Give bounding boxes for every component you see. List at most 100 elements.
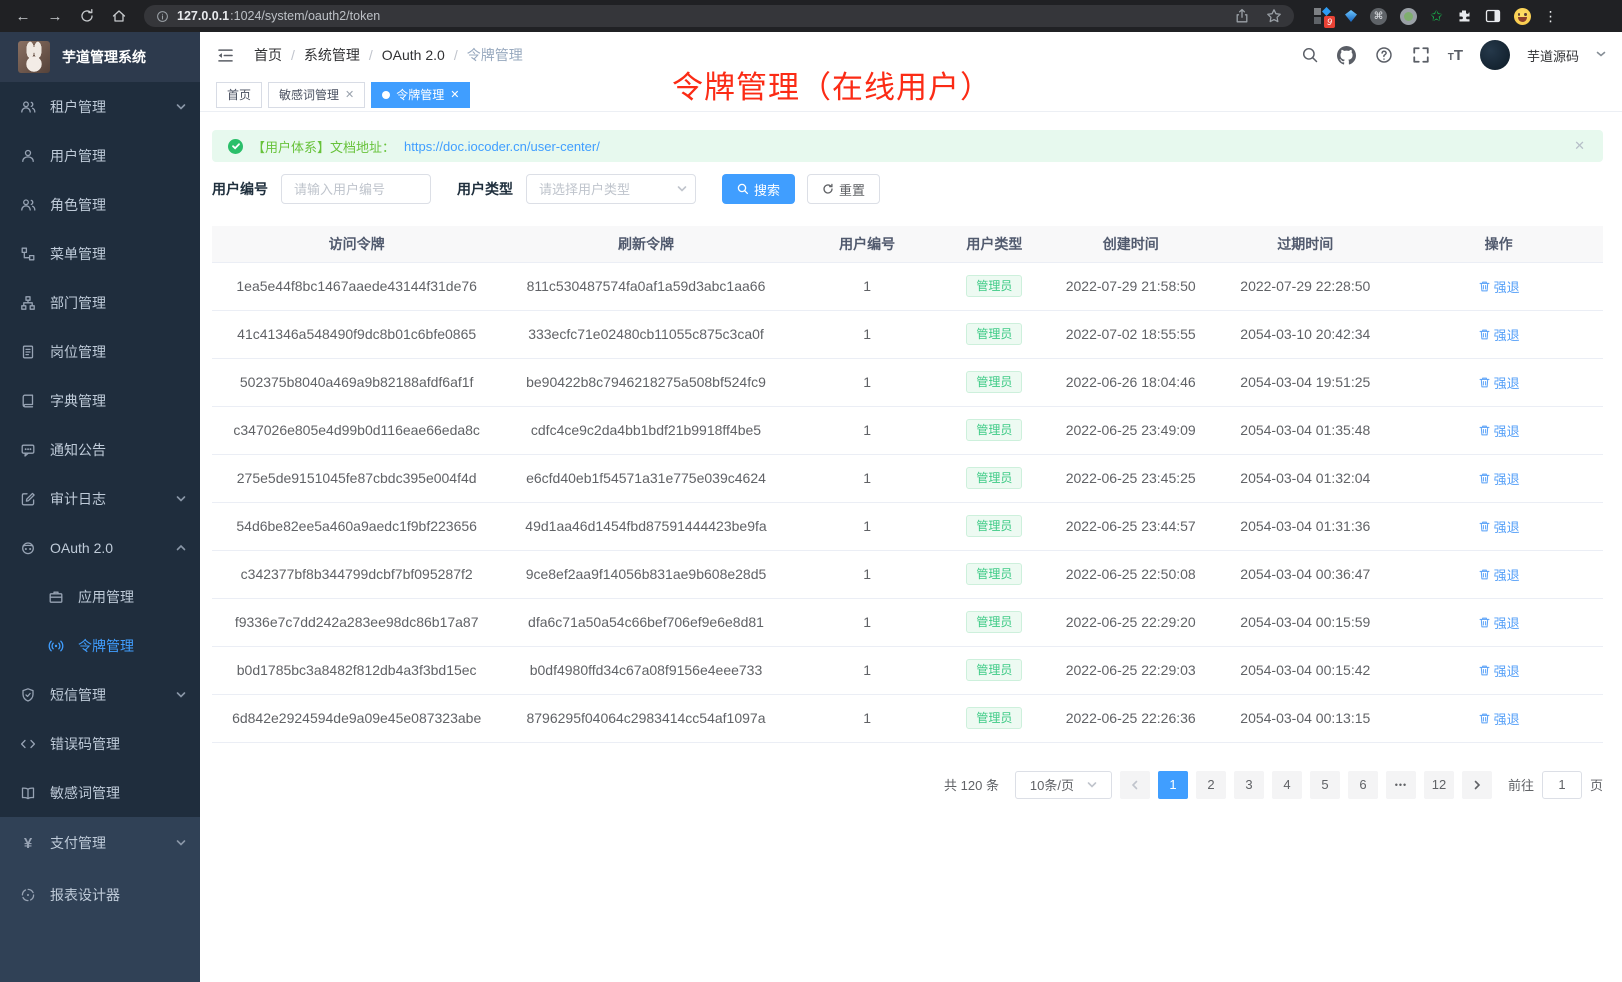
sidebar-item-error-code[interactable]: 错误码管理 <box>0 719 200 768</box>
breadcrumb-system[interactable]: 系统管理 <box>304 45 360 65</box>
sidebar-item-tenant[interactable]: 租户管理 <box>0 82 200 131</box>
page-button-3[interactable]: 3 <box>1234 771 1264 799</box>
avatar[interactable] <box>1480 40 1510 70</box>
tab-home[interactable]: 首页 <box>216 82 262 108</box>
force-logout-button[interactable]: 强退 <box>1478 565 1520 584</box>
sidebar-item-sensitive-word[interactable]: 敏感词管理 <box>0 768 200 817</box>
more-pages-button[interactable]: ••• <box>1386 771 1416 799</box>
force-logout-button[interactable]: 强退 <box>1478 421 1520 440</box>
extension-gem-icon[interactable] <box>1345 10 1357 22</box>
user-id-label: 用户编号 <box>212 179 268 199</box>
search-icon[interactable] <box>1300 45 1320 65</box>
cell-user-id: 1 <box>791 646 944 694</box>
page-button-1[interactable]: 1 <box>1158 771 1188 799</box>
user-type-select[interactable] <box>526 174 696 204</box>
fullscreen-icon[interactable] <box>1411 45 1431 65</box>
address-bar[interactable]: 127.0.0.1:1024/system/oauth2/token <box>144 5 1294 27</box>
chevron-down-icon <box>677 184 687 194</box>
help-icon[interactable] <box>1374 45 1394 65</box>
prev-page-button[interactable] <box>1120 771 1150 799</box>
force-logout-button[interactable]: 强退 <box>1478 517 1520 536</box>
caret-down-icon[interactable] <box>1596 49 1606 62</box>
page-button-4[interactable]: 4 <box>1272 771 1302 799</box>
share-icon[interactable] <box>1234 8 1250 24</box>
mask-icon <box>20 540 36 556</box>
browser-forward-icon[interactable]: → <box>42 4 68 28</box>
extension-star-icon[interactable]: ✩ <box>1430 7 1443 25</box>
reset-button[interactable]: 重置 <box>807 174 880 204</box>
force-logout-button[interactable]: 强退 <box>1478 613 1520 632</box>
site-info-icon[interactable] <box>156 10 169 23</box>
shield-check-icon <box>20 687 36 703</box>
sidebar-item-audit-log[interactable]: 审计日志 <box>0 474 200 523</box>
alert-doc-link[interactable]: https://doc.iocoder.cn/user-center/ <box>404 139 600 154</box>
sidebar-item-dict[interactable]: 字典管理 <box>0 376 200 425</box>
chevron-down-icon <box>1087 780 1097 790</box>
sidebar-item-post[interactable]: 岗位管理 <box>0 327 200 376</box>
username[interactable]: 芋道源码 <box>1527 46 1579 65</box>
extension-tampermonkey-icon[interactable]: 9 <box>1314 7 1332 25</box>
extensions-puzzle-icon[interactable] <box>1456 8 1472 24</box>
sidebar-item-label: 通知公告 <box>50 440 106 460</box>
alert-close-icon[interactable]: ✕ <box>1574 138 1585 154</box>
sidebar-collapse-icon[interactable] <box>216 44 238 66</box>
chevron-down-icon <box>176 690 186 700</box>
force-logout-button[interactable]: 强退 <box>1478 469 1520 488</box>
next-page-button[interactable] <box>1462 771 1492 799</box>
sidebar-item-menu[interactable]: 菜单管理 <box>0 229 200 278</box>
sidebar-item-report-designer[interactable]: 报表设计器 <box>0 869 200 921</box>
sidebar-item-sms[interactable]: 短信管理 <box>0 670 200 719</box>
sidebar-logo-row[interactable]: 芋道管理系统 <box>0 32 200 82</box>
close-icon[interactable]: ✕ <box>450 88 459 101</box>
reset-button-label: 重置 <box>839 180 865 199</box>
browser-menu-icon[interactable]: ⋮ <box>1544 8 1558 25</box>
sidebar-item-pay[interactable]: ¥ 支付管理 <box>0 817 200 869</box>
search-button[interactable]: 搜索 <box>722 174 795 204</box>
force-logout-button[interactable]: 强退 <box>1478 325 1520 344</box>
browser-reload-icon[interactable] <box>74 4 100 28</box>
breadcrumb-oauth2[interactable]: OAuth 2.0 <box>382 47 445 63</box>
page-button-2[interactable]: 2 <box>1196 771 1226 799</box>
force-logout-button[interactable]: 强退 <box>1478 661 1520 680</box>
user-type-select-input[interactable] <box>526 174 696 204</box>
sidebar-item-oauth2-token[interactable]: 令牌管理 <box>0 621 200 670</box>
font-size-icon[interactable]: TT <box>1448 47 1463 64</box>
tab-label: 敏感词管理 <box>279 86 339 103</box>
user-id-input[interactable] <box>281 174 431 204</box>
sidebar-item-dept[interactable]: 部门管理 <box>0 278 200 327</box>
sidebar-item-oauth2[interactable]: OAuth 2.0 <box>0 523 200 572</box>
force-logout-button[interactable]: 强退 <box>1478 373 1520 392</box>
cell-refresh-token: 811c530487574fa0af1a59d3abc1aa66 <box>501 262 790 310</box>
breadcrumb-home[interactable]: 首页 <box>254 45 282 65</box>
page-content: 【用户体系】文档地址： https://doc.iocoder.cn/user-… <box>200 112 1622 982</box>
extension-command-icon[interactable]: ⌘ <box>1370 8 1387 25</box>
force-logout-button[interactable]: 强退 <box>1478 709 1520 728</box>
cell-expire-time: 2054-03-04 00:15:42 <box>1216 646 1394 694</box>
sidebar-item-role[interactable]: 角色管理 <box>0 180 200 229</box>
tab-token[interactable]: 令牌管理 ✕ <box>371 82 470 108</box>
user-type-tag: 管理员 <box>966 563 1022 585</box>
bookmark-star-icon[interactable] <box>1266 8 1282 24</box>
url-host: 127.0.0.1 <box>177 9 229 23</box>
goto-page-input[interactable] <box>1542 771 1582 799</box>
page-button-12[interactable]: 12 <box>1424 771 1454 799</box>
browser-home-icon[interactable] <box>106 4 132 28</box>
github-icon[interactable] <box>1337 45 1357 65</box>
cell-access-token: 275e5de9151045fe87cbdc395e004f4d <box>212 454 501 502</box>
force-logout-button[interactable]: 强退 <box>1478 277 1520 296</box>
table-row: 502375b8040a469a9b82188afdf6af1f be90422… <box>212 358 1603 406</box>
cell-user-type: 管理员 <box>944 550 1046 598</box>
sidebar-item-user[interactable]: 用户管理 <box>0 131 200 180</box>
cell-actions: 强退 <box>1394 310 1603 358</box>
tab-sensitive-word[interactable]: 敏感词管理 ✕ <box>268 82 365 108</box>
side-panel-icon[interactable] <box>1485 8 1501 24</box>
browser-back-icon[interactable]: ← <box>10 4 36 28</box>
close-icon[interactable]: ✕ <box>345 88 354 101</box>
page-button-6[interactable]: 6 <box>1348 771 1378 799</box>
profile-avatar-icon[interactable] <box>1514 8 1531 25</box>
sidebar-item-oauth2-app[interactable]: 应用管理 <box>0 572 200 621</box>
sidebar-item-notice[interactable]: 通知公告 <box>0 425 200 474</box>
extension-record-icon[interactable] <box>1400 8 1417 25</box>
page-size-select[interactable]: 10条/页 <box>1015 771 1112 799</box>
page-button-5[interactable]: 5 <box>1310 771 1340 799</box>
